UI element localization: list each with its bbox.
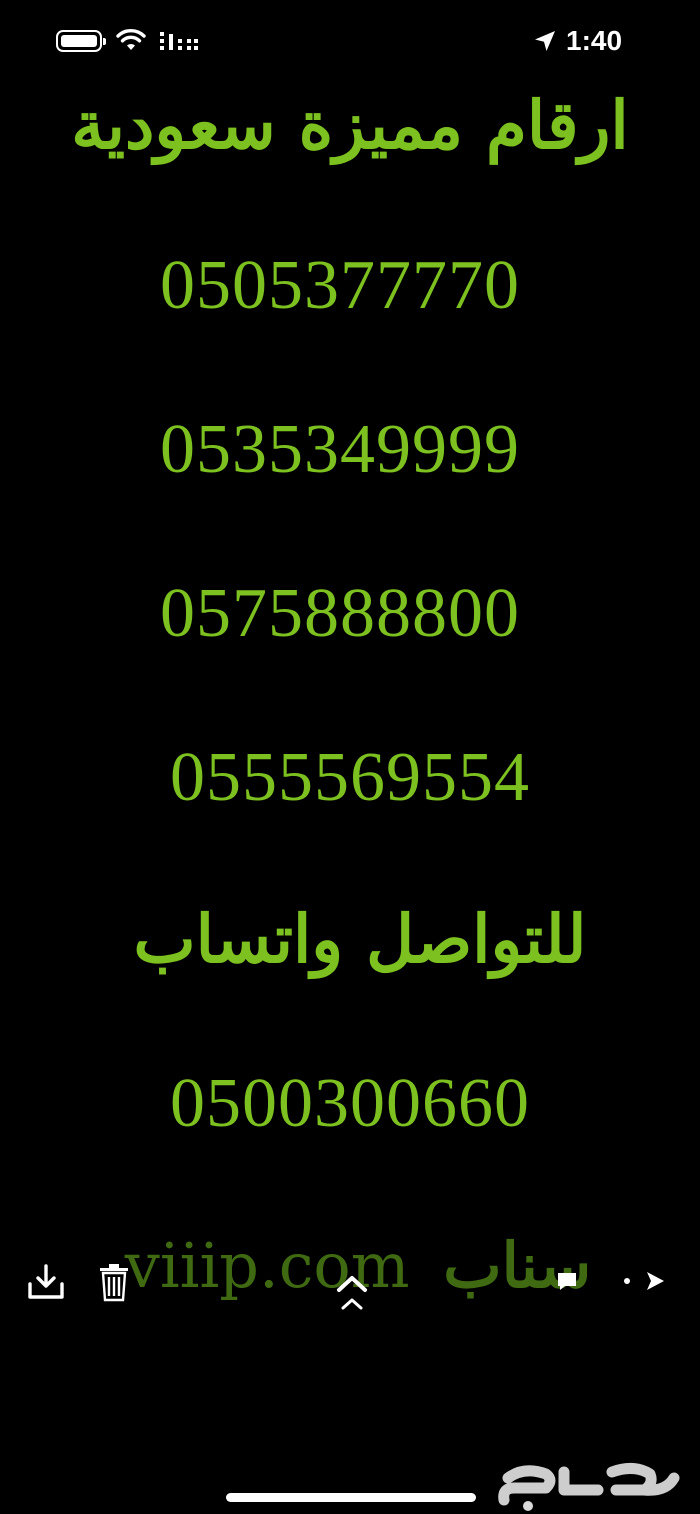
phone-number-1: 0505377770 bbox=[160, 247, 520, 324]
trash-icon[interactable] bbox=[98, 1262, 130, 1302]
home-indicator[interactable] bbox=[226, 1493, 476, 1502]
phone-number-3: 0575888800 bbox=[160, 575, 520, 652]
cellular-signal-icon bbox=[160, 32, 198, 50]
play-icon[interactable] bbox=[644, 1270, 666, 1292]
wifi-icon bbox=[116, 29, 146, 50]
contact-number: 0500300660 bbox=[170, 1065, 530, 1142]
download-icon[interactable] bbox=[26, 1262, 66, 1302]
dot-icon bbox=[624, 1278, 630, 1284]
phone-number-2: 0535349999 bbox=[160, 411, 520, 488]
chevron-up-icon[interactable] bbox=[334, 1270, 370, 1314]
image-toolbar bbox=[0, 1248, 700, 1318]
battery-icon bbox=[56, 30, 106, 52]
comment-icon[interactable] bbox=[556, 1270, 578, 1292]
status-bar: 1:40 bbox=[0, 0, 700, 84]
image-title: ارقام مميزة سعودية bbox=[71, 86, 629, 164]
phone-number-4: 0555569554 bbox=[170, 739, 530, 816]
location-arrow-icon bbox=[535, 31, 555, 51]
haraj-watermark-logo bbox=[498, 1463, 680, 1511]
status-time: 1:40 bbox=[566, 25, 623, 56]
contact-label: للتواصل واتساب bbox=[133, 900, 587, 978]
